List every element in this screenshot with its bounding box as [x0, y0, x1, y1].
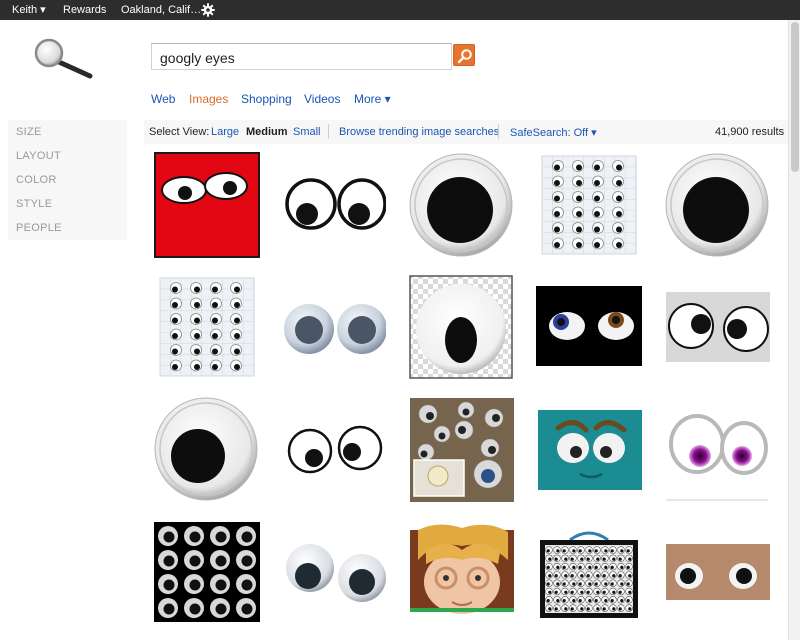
- image-result[interactable]: [536, 520, 642, 626]
- image-result[interactable]: [536, 396, 642, 502]
- image-result[interactable]: [154, 396, 260, 502]
- image-result[interactable]: [408, 274, 514, 380]
- view-small-link[interactable]: Small: [293, 126, 321, 138]
- image-result[interactable]: [664, 396, 770, 502]
- tab-videos[interactable]: Videos: [304, 92, 340, 106]
- safesearch-dropdown[interactable]: SafeSearch: Off ▾: [510, 126, 597, 139]
- search-input[interactable]: googly eyes: [151, 43, 452, 70]
- top-bar: Keith ▾ Rewards Oakland, Calif…: [0, 0, 800, 20]
- search-icon: [457, 49, 472, 64]
- image-result[interactable]: [664, 520, 770, 626]
- location-link[interactable]: Oakland, Calif…: [121, 3, 201, 17]
- image-result[interactable]: [280, 396, 386, 502]
- image-result[interactable]: [280, 152, 386, 258]
- tab-more[interactable]: More ▾: [354, 92, 391, 106]
- image-result[interactable]: [280, 274, 386, 380]
- image-result[interactable]: [154, 152, 260, 258]
- tab-web[interactable]: Web: [151, 92, 175, 106]
- user-menu[interactable]: Keith ▾: [12, 3, 46, 17]
- view-medium-link[interactable]: Medium: [246, 126, 288, 138]
- results-count: 41,900 results: [715, 126, 785, 138]
- filter-size[interactable]: SIZE: [16, 126, 42, 138]
- trending-searches-link[interactable]: Browse trending image searches: [339, 126, 499, 138]
- image-result[interactable]: [536, 152, 642, 258]
- filter-people[interactable]: PEOPLE: [16, 222, 62, 234]
- scrollbar[interactable]: [788, 20, 800, 640]
- gear-icon[interactable]: [201, 3, 215, 17]
- divider: [328, 124, 329, 139]
- select-view-label: Select View:: [149, 126, 210, 138]
- options-bar: Select View: Large Medium Small Browse t…: [144, 120, 788, 144]
- image-result[interactable]: [280, 520, 386, 626]
- image-result[interactable]: [664, 274, 770, 380]
- image-result[interactable]: [154, 274, 260, 380]
- filter-layout[interactable]: LAYOUT: [16, 150, 61, 162]
- image-result[interactable]: [664, 152, 770, 258]
- tab-images[interactable]: Images: [189, 92, 228, 106]
- tab-shopping[interactable]: Shopping: [241, 92, 292, 106]
- filter-style[interactable]: STYLE: [16, 198, 52, 210]
- magnifier-logo-icon[interactable]: [32, 38, 96, 82]
- image-result[interactable]: [408, 396, 514, 502]
- search-button[interactable]: [453, 44, 475, 66]
- rewards-link[interactable]: Rewards: [63, 3, 106, 17]
- image-result[interactable]: [536, 274, 642, 380]
- image-result[interactable]: [408, 520, 514, 626]
- filter-color[interactable]: COLOR: [16, 174, 57, 186]
- view-large-link[interactable]: Large: [211, 126, 239, 138]
- image-result[interactable]: [408, 152, 514, 258]
- scrollbar-thumb[interactable]: [791, 22, 799, 172]
- filter-sidebar: SIZE LAYOUT COLOR STYLE PEOPLE: [8, 120, 127, 240]
- divider: [498, 124, 499, 139]
- image-result[interactable]: [154, 520, 260, 626]
